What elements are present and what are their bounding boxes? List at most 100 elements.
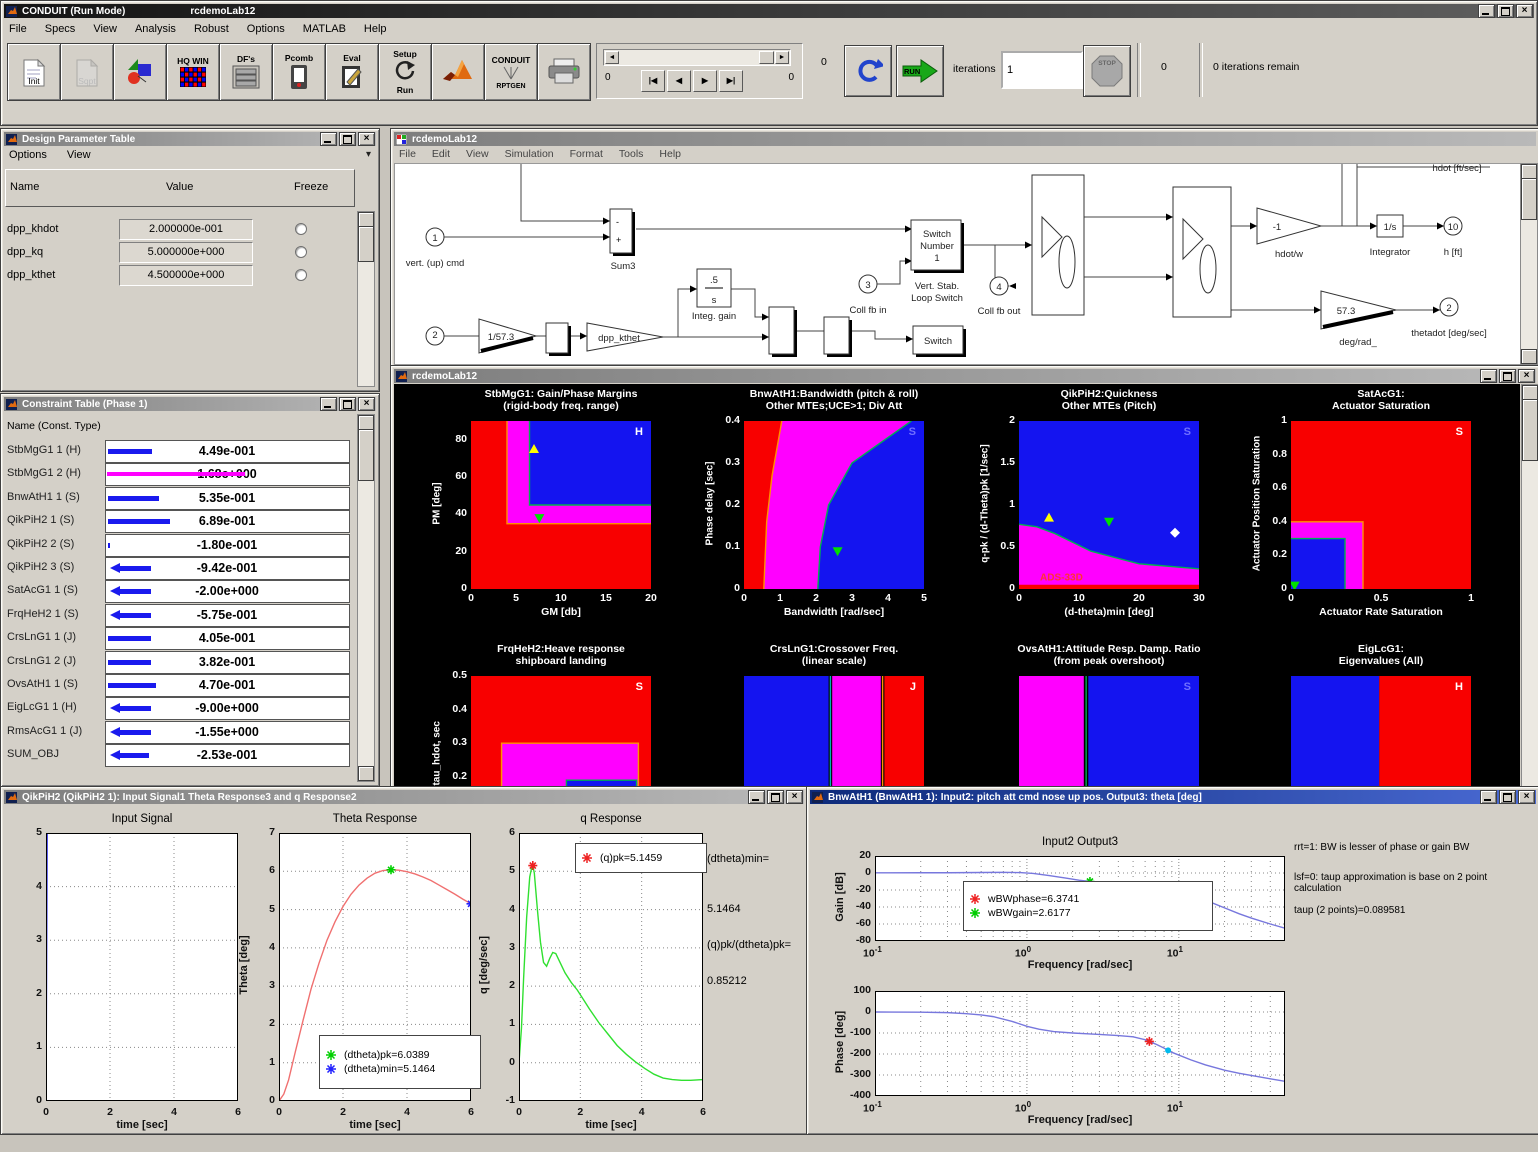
freeze-radio[interactable]: [295, 246, 307, 258]
scroll-down-icon[interactable]: [358, 766, 374, 781]
maximize-icon[interactable]: [1499, 790, 1516, 804]
toolbar-button-shapes[interactable]: [113, 43, 167, 101]
menu-robust[interactable]: Robust: [194, 23, 229, 39]
stop-button[interactable]: STOP: [1083, 45, 1131, 97]
constraint-row[interactable]: CrsLnG1 2 (J)3.82e-001: [1, 651, 353, 673]
toolbar-button-hq-win[interactable]: HQ WIN: [166, 43, 220, 101]
constraint-row[interactable]: FrqHeH2 1 (S)-5.75e-001: [1, 604, 353, 626]
minimize-icon[interactable]: [1478, 4, 1495, 18]
close-icon[interactable]: ×: [1518, 790, 1535, 804]
param-vscrollbar[interactable]: [357, 211, 375, 387]
iterations-input[interactable]: [1001, 51, 1083, 89]
close-icon[interactable]: ×: [358, 397, 375, 411]
menu-analysis[interactable]: Analysis: [135, 23, 176, 39]
toolbar-button-conduit[interactable]: CONDUITRPTGEN: [484, 43, 538, 101]
scroll-up-icon[interactable]: [358, 415, 374, 430]
scroll-down-icon[interactable]: [1521, 349, 1537, 364]
slider-thumb[interactable]: [759, 51, 774, 64]
constraint-row[interactable]: QikPiH2 2 (S)-1.80e-001: [1, 534, 353, 556]
sim-menu-edit[interactable]: Edit: [432, 148, 450, 162]
menu-file[interactable]: File: [9, 23, 27, 39]
constraint-vscrollbar[interactable]: [357, 414, 375, 782]
menu-view[interactable]: View: [93, 23, 117, 39]
toolbar-button-pcomb[interactable]: Pcomb: [272, 43, 326, 101]
menu-specs[interactable]: Specs: [45, 23, 76, 39]
toolbar-button-printer[interactable]: [537, 43, 591, 101]
simulink-title-bar[interactable]: rcdemoLab12: [394, 132, 1536, 146]
param-menu-options[interactable]: Options: [9, 149, 47, 163]
sim-menu-file[interactable]: File: [399, 148, 416, 162]
freeze-radio[interactable]: [295, 269, 307, 281]
sim-menu-tools[interactable]: Tools: [619, 148, 644, 162]
spec-plot-area[interactable]: S: [1291, 421, 1471, 589]
sim-menu-view[interactable]: View: [466, 148, 489, 162]
maximize-icon[interactable]: [767, 790, 784, 804]
plot-area[interactable]: [519, 833, 703, 1101]
constraint-row[interactable]: RmsAcG1 1 (J)-1.55e+000: [1, 721, 353, 743]
constraint-row[interactable]: SatAcG1 1 (S)-2.00e+000: [1, 580, 353, 602]
toolbar-button-setup[interactable]: SetupRun: [378, 43, 432, 101]
scroll-up-icon[interactable]: [1521, 164, 1537, 179]
close-icon[interactable]: ×: [1516, 4, 1533, 18]
param-value-field[interactable]: 5.000000e+000: [119, 242, 253, 263]
chevron-down-icon[interactable]: ▾: [366, 149, 371, 160]
main-title-bar[interactable]: CONDUIT (Run Mode) rcdemoLab12 ×: [4, 4, 1534, 18]
plot-area[interactable]: [46, 833, 238, 1101]
constraint-row[interactable]: SUM_OBJ-2.53e-001: [1, 744, 353, 766]
constraint-row[interactable]: EigLcG1 1 (H)-9.00e+000: [1, 697, 353, 719]
spec-plot-area[interactable]: H: [471, 421, 651, 589]
spec-plot-area[interactable]: S: [744, 421, 924, 589]
maximize-icon[interactable]: [339, 132, 356, 146]
reset-button[interactable]: [844, 45, 892, 97]
constraint-row[interactable]: StbMgG1 2 (H)1.68e+000: [1, 463, 353, 485]
minimize-icon[interactable]: [320, 132, 337, 146]
scroll-up-icon[interactable]: [358, 212, 374, 227]
scroll-up-icon[interactable]: [1522, 385, 1538, 400]
menu-options[interactable]: Options: [247, 23, 285, 39]
scroll-thumb[interactable]: [1522, 399, 1538, 461]
param-title-bar[interactable]: Design Parameter Table ×: [4, 132, 376, 146]
iteration-slider[interactable]: ◄►: [603, 49, 791, 66]
constraint-row[interactable]: CrsLnG1 1 (J)4.05e-001: [1, 627, 353, 649]
menu-help[interactable]: Help: [364, 23, 387, 39]
constraint-row[interactable]: OvsAtH1 1 (S)4.70e-001: [1, 674, 353, 696]
constraint-row[interactable]: QikPiH2 3 (S)-9.42e-001: [1, 557, 353, 579]
minimize-icon[interactable]: [320, 397, 337, 411]
toolbar-button-init[interactable]: Init: [7, 43, 61, 101]
menu-matlab[interactable]: MATLAB: [303, 23, 346, 39]
minimize-icon[interactable]: [1480, 790, 1497, 804]
sim-menu-help[interactable]: Help: [659, 148, 681, 162]
simulink-vscrollbar[interactable]: [1520, 163, 1538, 365]
run-button[interactable]: RUN: [896, 45, 944, 97]
minimize-icon[interactable]: [748, 790, 765, 804]
constraint-row[interactable]: BnwAtH1 1 (S)5.35e-001: [1, 487, 353, 509]
toolbar-button-matlab[interactable]: [431, 43, 485, 101]
constraint-row[interactable]: QikPiH2 1 (S)6.89e-001: [1, 510, 353, 532]
param-value-field[interactable]: 2.000000e-001: [119, 219, 253, 240]
freeze-radio[interactable]: [295, 223, 307, 235]
toolbar-button-df-s[interactable]: DF's: [219, 43, 273, 101]
sim-menu-simulation[interactable]: Simulation: [505, 148, 554, 162]
maximize-icon[interactable]: [339, 397, 356, 411]
constraint-row[interactable]: StbMgG1 1 (H)4.49e-001: [1, 440, 353, 462]
transport-1-icon[interactable]: ◀: [667, 70, 691, 92]
close-icon[interactable]: ×: [358, 132, 375, 146]
qik-title-bar[interactable]: QikPiH2 (QikPiH2 1): Input Signal1 Theta…: [4, 790, 804, 804]
transport-3-icon[interactable]: ▶|: [719, 70, 743, 92]
close-icon[interactable]: ×: [786, 790, 803, 804]
constraint-title-bar[interactable]: Constraint Table (Phase 1) ×: [4, 397, 376, 411]
transport-0-icon[interactable]: |◀: [641, 70, 665, 92]
param-menu-view[interactable]: View: [67, 149, 91, 163]
toolbar-button-eval[interactable]: Eval: [325, 43, 379, 101]
spec-plot-area[interactable]: ADS-33DS: [1019, 421, 1199, 589]
simulink-canvas[interactable]: -+1vert. (up) cmdSum321/57.3dpp_kthet.5s…: [394, 163, 1521, 365]
plot-area[interactable]: [875, 991, 1285, 1096]
scroll-thumb[interactable]: [1521, 178, 1537, 220]
scroll-thumb[interactable]: [358, 226, 374, 262]
bnw-title-bar[interactable]: BnwAtH1 (BnwAtH1 1): Input2: pitch att c…: [810, 790, 1536, 804]
param-value-field[interactable]: 4.500000e+000: [119, 265, 253, 286]
maximize-icon[interactable]: [1497, 4, 1514, 18]
toolbar-button-sqpt[interactable]: Sqpt: [60, 43, 114, 101]
transport-2-icon[interactable]: ▶: [693, 70, 717, 92]
sim-menu-format[interactable]: Format: [570, 148, 603, 162]
